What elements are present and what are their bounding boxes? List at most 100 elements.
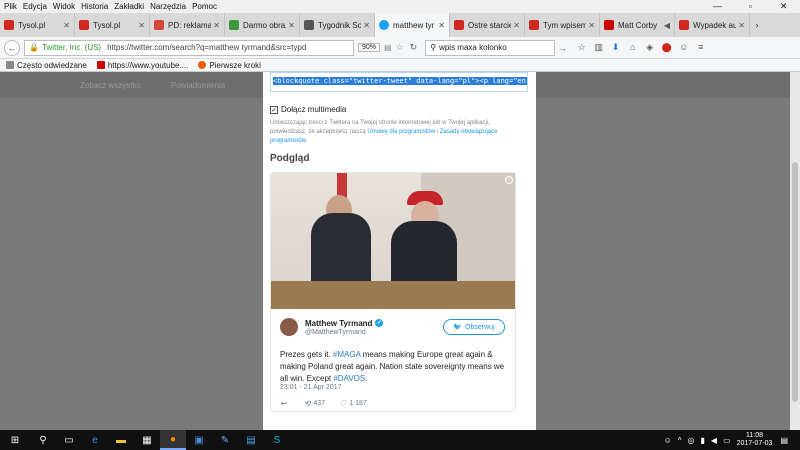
tab-close-icon[interactable]: ✕: [513, 21, 520, 30]
search-go-icon[interactable]: →: [558, 43, 567, 53]
info-icon[interactable]: i: [505, 176, 513, 184]
menu-history[interactable]: Historia: [81, 2, 108, 11]
zoom-level[interactable]: 90%: [358, 43, 381, 52]
url-text[interactable]: https://twitter.com/search?q=matthew tyr…: [107, 43, 349, 52]
notifications-icon[interactable]: ▤: [780, 436, 788, 445]
url-bar[interactable]: 🔒 Twitter, Inc. (US) https://twitter.com…: [24, 39, 354, 56]
tab-matt-corby[interactable]: Matt Corby ◀: [600, 13, 675, 37]
twitter-bird-icon: 🐦: [453, 324, 463, 331]
scrollbar-thumb[interactable]: [792, 162, 798, 402]
firefox-icon[interactable]: ●: [160, 430, 186, 450]
tray-app-icon[interactable]: ◎: [688, 436, 695, 445]
maximize-icon[interactable]: ▫: [734, 0, 767, 13]
menu-view[interactable]: Widok: [53, 2, 75, 11]
network-icon[interactable]: ▮: [701, 436, 705, 445]
minimize-icon[interactable]: —: [701, 0, 734, 13]
speaker-icon[interactable]: ◀: [664, 21, 670, 30]
reader-icon[interactable]: ▤: [384, 43, 392, 52]
home-icon[interactable]: ⌂: [624, 42, 641, 53]
hashtag-link[interactable]: #DAVOS: [333, 374, 365, 383]
embed-code-field[interactable]: <blockquote class="twitter-tweet" data-l…: [270, 72, 528, 92]
input-icon[interactable]: ▭: [723, 436, 731, 445]
developer-agreement-link[interactable]: Umowę dla programistów: [367, 129, 435, 135]
reload-icon[interactable]: ↻: [410, 42, 418, 53]
menu-bookmarks[interactable]: Zakładki: [114, 2, 144, 11]
menu-file[interactable]: Plik: [4, 2, 17, 11]
tab-scroll-right-icon[interactable]: ›: [750, 13, 764, 37]
bookmark-most-visited[interactable]: Często odwiedzane: [6, 61, 87, 70]
tab-close-icon[interactable]: ✕: [438, 21, 445, 30]
tab-tym-wpisem[interactable]: Tym wpisem Ma✕: [525, 13, 600, 37]
include-media-label[interactable]: Dołącz multimedia: [281, 105, 346, 114]
close-icon[interactable]: ✕: [767, 0, 800, 13]
pocket-icon[interactable]: ◈: [641, 42, 658, 53]
download-icon[interactable]: ⬇: [607, 42, 624, 53]
tab-close-icon[interactable]: ✕: [738, 21, 745, 30]
hashtag-link[interactable]: #MAGA: [333, 350, 361, 359]
tweet-photo[interactable]: i: [271, 173, 515, 309]
menu-icon[interactable]: ≡: [692, 42, 709, 53]
embed-code-text[interactable]: <blockquote class="twitter-tweet" data-l…: [273, 77, 527, 85]
avatar[interactable]: [280, 318, 298, 336]
retweet-count: 437: [313, 400, 326, 407]
site-identity[interactable]: Twitter, Inc. (US): [42, 43, 101, 52]
tweet-timestamp[interactable]: 23:01 - 21 Apr 2017: [280, 384, 342, 391]
lock-icon[interactable]: 🔒: [29, 43, 39, 52]
tab-ostre-starcie[interactable]: Ostre starcie poli✕: [450, 13, 525, 37]
tab-close-icon[interactable]: ✕: [213, 21, 220, 30]
tab-tysol-1[interactable]: Tysol.pl ✕: [0, 13, 75, 37]
file-explorer-icon[interactable]: ▬: [108, 430, 134, 450]
volume-icon[interactable]: ◀: [711, 436, 717, 445]
tab-gmail[interactable]: PD: reklama w ar✕: [150, 13, 225, 37]
addon-icon[interactable]: ☺: [675, 42, 692, 53]
page-scrollbar[interactable]: [790, 72, 800, 430]
tab-wypadek[interactable]: Wypadek autoka✕: [675, 13, 750, 37]
retweet-button[interactable]: ⟲ 437: [304, 399, 325, 408]
tab-close-icon[interactable]: ✕: [138, 21, 145, 30]
tray-chevron-icon[interactable]: ^: [678, 436, 682, 445]
tab-title: Wypadek autoka: [693, 20, 736, 30]
include-media-option[interactable]: ✓ Dołącz multimedia: [270, 105, 346, 114]
pen-app-icon[interactable]: ✎: [212, 430, 238, 450]
task-view-icon[interactable]: ▭: [56, 430, 82, 450]
menu-edit[interactable]: Edycja: [23, 2, 47, 11]
tab-tysol-2[interactable]: Tysol.pl ✕: [75, 13, 150, 37]
menu-help[interactable]: Pomoc: [192, 2, 217, 11]
clock[interactable]: 11:08 2017-07-03: [737, 432, 773, 448]
back-arrow-icon[interactable]: ←: [4, 39, 20, 56]
app-icon[interactable]: ▣: [186, 430, 212, 450]
like-button[interactable]: ♡ 1 187: [339, 399, 367, 408]
tab-twitter-active[interactable]: matthew tyr ✕: [375, 13, 450, 37]
skype-icon[interactable]: S: [264, 430, 290, 450]
tab-tygodnik[interactable]: Tygodnik Solidar✕: [300, 13, 375, 37]
tab-close-icon[interactable]: ✕: [588, 21, 595, 30]
people-icon[interactable]: ☺: [664, 436, 672, 445]
bookmarks-bar: Często odwiedzane https://www.youtube...…: [0, 59, 800, 72]
w-favicon-icon: [454, 20, 464, 30]
follow-button[interactable]: 🐦 Obserwuj: [443, 319, 505, 335]
include-media-checkbox[interactable]: ✓: [270, 105, 278, 114]
bookmark-youtube[interactable]: https://www.youtube....: [96, 61, 188, 70]
tweet-author[interactable]: Matthew Tyrmand ✓ @MatthewTyrmand: [280, 318, 384, 336]
bookmark-star-icon[interactable]: ☆: [573, 42, 590, 53]
bookmark-getting-started[interactable]: Pierwsze kroki: [198, 61, 261, 70]
system-tray: ☺ ^ ◎ ▮ ◀ ▭ 11:08 2017-07-03 ▤: [664, 430, 794, 450]
tab-close-icon[interactable]: ✕: [288, 21, 295, 30]
tab-close-icon[interactable]: ✕: [63, 21, 70, 30]
notes-icon[interactable]: ▤: [238, 430, 264, 450]
menu-tools[interactable]: Narzędzia: [150, 2, 186, 11]
search-value[interactable]: wpis maxa kolonko: [439, 43, 507, 52]
tab-darmo-obraz[interactable]: Darmo obraz: Ka✕: [225, 13, 300, 37]
edge-icon[interactable]: e: [82, 430, 108, 450]
author-handle[interactable]: @MatthewTyrmand: [305, 329, 383, 336]
author-name[interactable]: Matthew Tyrmand: [305, 319, 372, 328]
search-input[interactable]: ⚲ wpis maxa kolonko: [425, 39, 556, 56]
reply-button[interactable]: ↩: [280, 399, 290, 408]
adblock-icon[interactable]: ⬤: [658, 42, 675, 53]
library-icon[interactable]: ▥: [590, 42, 607, 53]
windows-start-icon[interactable]: ⊞: [0, 430, 30, 450]
search-icon[interactable]: ⚲: [30, 430, 56, 450]
store-icon[interactable]: ▦: [134, 430, 160, 450]
star-icon[interactable]: ☆: [396, 42, 404, 53]
tab-close-icon[interactable]: ✕: [363, 21, 370, 30]
